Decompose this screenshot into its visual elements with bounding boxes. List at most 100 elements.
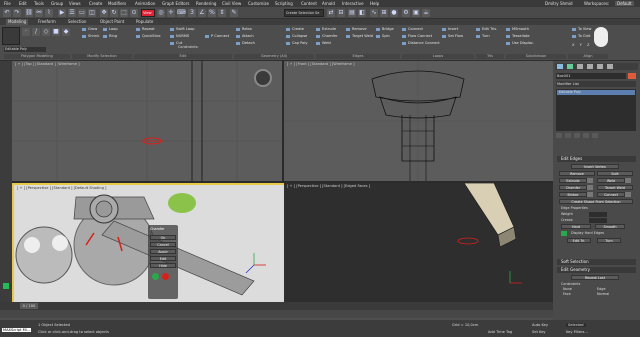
angle-snap-icon[interactable]: ∠ (198, 9, 206, 17)
menu-help[interactable]: Help (370, 1, 379, 6)
stack-editable-poly[interactable]: Editable Poly (557, 90, 635, 95)
align-x-button[interactable]: X (572, 43, 574, 47)
unlink-icon[interactable]: ⚯ (35, 9, 43, 17)
to-grid-button[interactable]: To Grid (572, 34, 590, 39)
repeat-last-button[interactable]: Repeat Last (571, 275, 619, 280)
viewport-top[interactable]: [ + ] [Top ] [Standard ] [Wireframe ] (12, 61, 282, 181)
named-selection-set-dropdown[interactable]: Create Selection Se (284, 9, 324, 17)
hard-button[interactable]: Hard (561, 224, 591, 229)
extrude-button[interactable]: Extrude (316, 27, 336, 32)
spin-button[interactable]: Spin (376, 34, 390, 39)
ring-button[interactable]: Ring (103, 34, 117, 39)
flow-connect-button[interactable]: Flow Connect (402, 34, 432, 39)
window-crossing-icon[interactable]: ◫ (88, 9, 96, 17)
weld-settings-icon[interactable] (625, 178, 631, 183)
place-icon[interactable]: ⊙ (130, 9, 138, 17)
insert-vertex-button[interactable]: Insert Vertex (571, 164, 619, 169)
display-hard-color-swatch[interactable] (561, 231, 567, 236)
remove-button[interactable]: Remove (346, 27, 367, 32)
crease-spinner[interactable] (589, 218, 607, 223)
menu-views[interactable]: Views (69, 1, 81, 6)
set-flow-button[interactable]: Set Flow (442, 34, 463, 39)
vertex-icon[interactable]: · (22, 28, 30, 36)
msmooth-button[interactable]: MSmooth (506, 27, 529, 32)
polygon-icon[interactable]: ■ (52, 28, 60, 36)
element-icon[interactable]: ◆ (62, 28, 70, 36)
caddy-apply-button[interactable]: Apply (150, 249, 176, 254)
menu-interactive[interactable]: Interactive (342, 1, 364, 6)
hierarchy-tab-icon[interactable] (577, 64, 583, 69)
detach-button[interactable]: Detach (236, 41, 255, 46)
collapse-button[interactable]: Collapse (286, 34, 307, 39)
viewport-layout-icon[interactable] (3, 283, 9, 289)
menu-create[interactable]: Create (89, 1, 102, 6)
border-icon[interactable]: ◇ (42, 28, 50, 36)
display-tab-icon[interactable] (597, 64, 603, 69)
menu-rendering[interactable]: Rendering (196, 1, 216, 6)
extrude-edge-button[interactable]: Extrude (559, 178, 587, 183)
turn-edge-button[interactable]: Turn (597, 238, 621, 243)
modify-mode-dropdown[interactable]: Editable Poly (4, 47, 46, 52)
caddy-cancel-icon[interactable] (162, 273, 169, 280)
menu-arnold[interactable]: Arnold (322, 1, 335, 6)
selected-dropdown[interactable]: Selected (566, 323, 586, 327)
viewport-perspective[interactable]: [ + ] [Perspective ] [Standard ] [Edged … (284, 183, 553, 302)
rollout-edit-edges[interactable]: Edit Edges (557, 156, 636, 162)
object-name-field[interactable]: Box001 (556, 73, 626, 79)
workspace-dropdown[interactable]: Default (615, 1, 634, 6)
select-manipulate-icon[interactable]: ✛ (167, 9, 175, 17)
create-button[interactable]: Create (286, 27, 304, 32)
maxscript-listener[interactable]: MAXScript Mi... (2, 328, 32, 332)
caddy-ok-button[interactable]: Ok (150, 235, 176, 240)
loop-button[interactable]: Loop (103, 27, 118, 32)
make-unique-icon[interactable] (574, 133, 580, 138)
create-tab-icon[interactable] (557, 64, 563, 69)
bind-space-warp-icon[interactable]: ⌇ (45, 9, 53, 17)
undo-icon[interactable]: ↶ (3, 9, 11, 17)
weld-button[interactable]: Weld (316, 41, 331, 46)
toggle-scene-explorer-icon[interactable]: ▤ (348, 9, 356, 17)
track-bar[interactable] (0, 310, 553, 320)
swiftloop-button[interactable]: Swift Loop (170, 27, 195, 32)
add-time-tag-button[interactable]: Add Time Tag (488, 330, 512, 334)
key-filters-button[interactable]: Key Filters... (566, 330, 588, 334)
modifier-list-dropdown[interactable]: Modifier List (556, 81, 636, 87)
insert-button[interactable]: Insert (442, 27, 458, 32)
caddy-apply-icon[interactable] (152, 273, 159, 280)
pin-stack-icon[interactable] (556, 133, 562, 138)
align-z-button[interactable]: Z (587, 43, 589, 47)
pivot-center-icon[interactable]: ◎ (157, 9, 165, 17)
snaps-toggle-icon[interactable]: 3 (188, 9, 196, 17)
shrink-button[interactable]: Shrink (82, 34, 99, 39)
render-production-icon[interactable]: ☕ (422, 9, 430, 17)
auto-key-button[interactable]: Auto Key (532, 323, 548, 327)
constraint-edge-radio[interactable]: Edge (597, 287, 606, 291)
weld-edge-button[interactable]: Weld (597, 178, 625, 183)
edit-tris-button[interactable]: Edit Tris. (476, 27, 497, 32)
schematic-view-icon[interactable]: ⊞ (380, 9, 388, 17)
menu-customize[interactable]: Customize (248, 1, 269, 6)
cap-poly-button[interactable]: Cap Poly (286, 41, 308, 46)
user-account[interactable]: Dmitry Shmid (545, 1, 573, 6)
link-icon[interactable]: ⛓ (25, 9, 33, 17)
bridge-settings-icon[interactable] (587, 192, 593, 197)
viewport-perspective-shaded[interactable]: [ + ] [Perspective ] [Standard ] [Defaul… (12, 183, 286, 306)
create-shape-button[interactable]: Create Shape From Selection (559, 199, 633, 204)
rendered-frame-window-icon[interactable]: ▣ (412, 9, 420, 17)
rollout-soft-selection[interactable]: Soft Selection (557, 259, 636, 265)
nurms-button[interactable]: NURMS (170, 34, 189, 39)
menu-content[interactable]: Content (301, 1, 317, 6)
chamfer-settings-icon[interactable] (587, 185, 593, 190)
render-setup-icon[interactable]: ⚙ (402, 9, 410, 17)
turn-button[interactable]: Turn (476, 34, 490, 39)
split-edge-button[interactable]: Split (597, 171, 633, 176)
menu-edit[interactable]: Edit (19, 1, 27, 6)
caddy-cancel-button[interactable]: Cancel (150, 242, 176, 247)
viewcube-icon[interactable] (254, 69, 272, 87)
keyboard-shortcut-icon[interactable]: ⌨ (177, 9, 186, 17)
relax-button[interactable]: Relax (236, 27, 252, 32)
menu-modifiers[interactable]: Modifiers (108, 1, 126, 6)
mirror-icon[interactable]: ⇄ (327, 9, 335, 17)
weight-spinner[interactable] (589, 212, 607, 217)
menu-group[interactable]: Group (51, 1, 63, 6)
